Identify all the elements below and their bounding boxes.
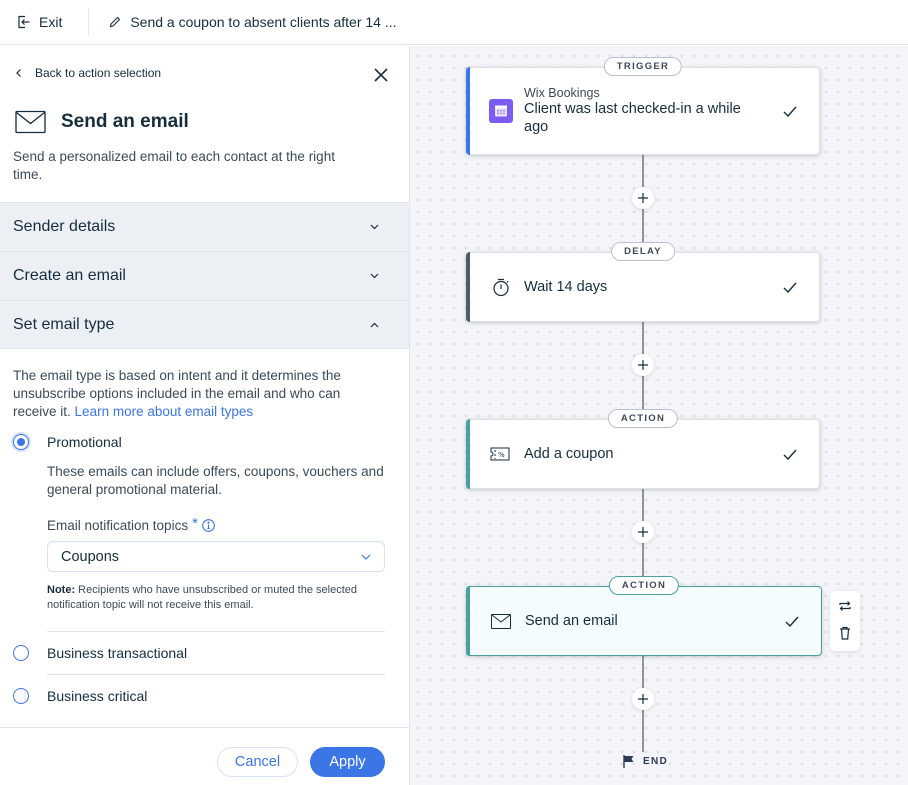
stopwatch-icon: [493, 278, 509, 297]
accordion-sender-details[interactable]: Sender details: [0, 202, 409, 251]
envelope-icon: [15, 110, 46, 134]
trigger-node[interactable]: TRIGGER Wix Bookings Client was last che…: [466, 57, 820, 155]
back-label: Back to action selection: [35, 66, 162, 80]
end-marker: END: [623, 755, 668, 768]
add-step-button[interactable]: [632, 521, 654, 543]
notification-topics-dropdown[interactable]: Coupons: [47, 541, 385, 572]
coupon-icon: %: [490, 447, 510, 461]
dropdown-value: Coupons: [61, 548, 120, 565]
exit-icon: [18, 15, 30, 29]
topics-label-text: Email notification topics: [47, 518, 189, 533]
node-title: Send an email: [525, 613, 618, 629]
chevron-down-icon: [370, 224, 379, 230]
add-step-button[interactable]: [632, 688, 654, 710]
node-app-name: Wix Bookings: [524, 86, 600, 100]
workflow-canvas[interactable]: TRIGGER Wix Bookings Client was last che…: [410, 46, 908, 785]
node-text: Send an email: [525, 612, 618, 630]
add-step-button[interactable]: [632, 354, 654, 376]
add-step-button[interactable]: [632, 187, 654, 209]
radio-label-business-critical[interactable]: Business critical: [47, 688, 147, 704]
flow-title-edit[interactable]: Send a coupon to absent clients after 14…: [109, 14, 397, 30]
accordion-set-email-type[interactable]: Set email type: [0, 300, 409, 349]
trash-icon[interactable]: [838, 626, 852, 640]
plus-icon: [638, 193, 648, 203]
note-prefix: Note:: [47, 584, 76, 596]
back-to-action-selection[interactable]: Back to action selection: [15, 66, 161, 80]
accordion-label: Sender details: [13, 218, 116, 235]
radio-promotional[interactable]: [13, 434, 29, 450]
chevron-left-icon: [16, 69, 21, 77]
note-body: Recipients who have unsubscribed or mute…: [47, 584, 357, 611]
check-icon: [783, 106, 797, 117]
node-text: Wix Bookings Client was last checked-in …: [524, 86, 754, 136]
envelope-icon: [491, 613, 511, 629]
delay-node[interactable]: DELAY Wait 14 days: [466, 242, 820, 322]
node-text: Add a coupon: [524, 445, 614, 463]
node-toolbar: [830, 591, 860, 651]
calendar-icon: [489, 99, 513, 123]
promotional-description: These emails can include offers, coupons…: [47, 464, 384, 497]
info-icon[interactable]: [202, 519, 215, 532]
chevron-down-icon: [361, 554, 371, 560]
chevron-up-icon: [370, 322, 379, 327]
flag-icon: [623, 755, 634, 768]
node-type-badge: ACTION: [607, 409, 679, 428]
plus-icon: [638, 360, 648, 370]
pencil-icon: [110, 16, 121, 28]
node-title: Client was last checked-in a while ago: [524, 101, 741, 135]
exit-button[interactable]: Exit: [0, 14, 62, 30]
check-icon: [783, 282, 797, 293]
node-title: Add a coupon: [524, 446, 614, 462]
node-title: Wait 14 days: [524, 279, 608, 295]
panel-header: Send an email: [15, 110, 189, 134]
check-icon: [785, 616, 799, 627]
radio-label-promotional[interactable]: Promotional: [47, 434, 122, 450]
panel-description: Send a personalized email to each contac…: [13, 149, 335, 182]
panel-title: Send an email: [61, 111, 189, 132]
footer-divider: [0, 727, 409, 728]
cancel-button[interactable]: Cancel: [217, 747, 298, 777]
divider: [47, 631, 385, 632]
check-icon: [783, 449, 797, 460]
accordion-label: Set email type: [13, 315, 115, 333]
topbar-divider: [88, 8, 90, 36]
radio-label-business-transactional[interactable]: Business transactional: [47, 645, 187, 661]
chevron-down-icon: [370, 273, 379, 279]
accordion-create-an-email[interactable]: Create an email: [0, 251, 409, 300]
top-bar: Exit Send a coupon to absent clients aft…: [0, 0, 908, 45]
apply-button[interactable]: Apply: [310, 747, 385, 777]
send-email-node[interactable]: ACTION Send an email: [466, 576, 822, 656]
end-label: END: [643, 756, 669, 767]
radio-business-transactional[interactable]: [13, 645, 29, 661]
learn-more-link[interactable]: Learn more about email types: [75, 404, 254, 419]
node-type-badge: DELAY: [611, 242, 675, 261]
divider: [47, 674, 385, 675]
plus-icon: [638, 527, 648, 537]
flow-title-text: Send a coupon to absent clients after 14…: [130, 14, 397, 30]
exit-label: Exit: [39, 14, 63, 30]
note-text: Note: Recipients who have unsubscribed o…: [47, 583, 387, 613]
node-type-badge: ACTION: [608, 576, 680, 595]
required-mark: *: [192, 515, 198, 532]
replace-icon[interactable]: [838, 599, 852, 613]
accordion-label: Create an email: [13, 267, 126, 284]
node-type-badge: TRIGGER: [603, 57, 683, 76]
plus-icon: [638, 694, 648, 704]
action-settings-panel: Back to action selection Send an email S…: [0, 46, 410, 785]
topics-field-label: Email notification topics *: [47, 515, 215, 533]
add-coupon-node[interactable]: ACTION % Add a coupon: [466, 409, 820, 489]
email-type-description: The email type is based on intent and it…: [13, 367, 383, 421]
close-icon[interactable]: [373, 67, 389, 83]
radio-business-critical[interactable]: [13, 688, 29, 704]
node-text: Wait 14 days: [524, 278, 607, 296]
svg-text:%: %: [498, 451, 505, 459]
